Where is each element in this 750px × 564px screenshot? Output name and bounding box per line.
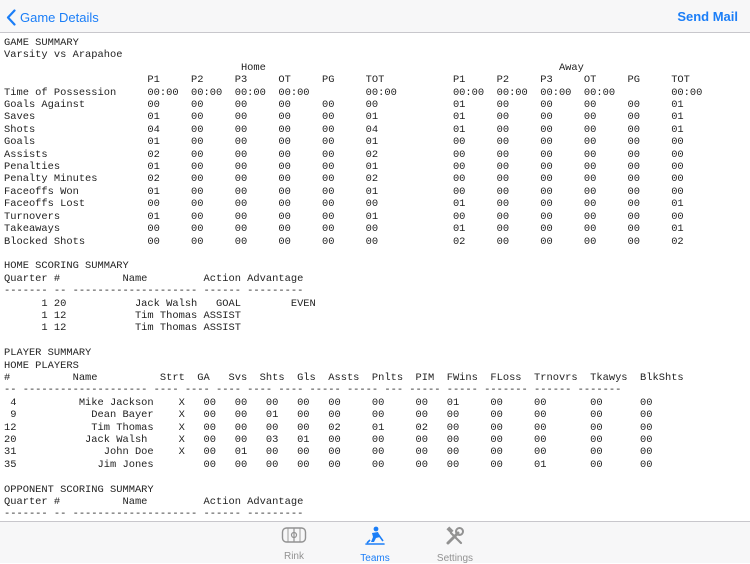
tab-rink-label: Rink (283, 551, 304, 562)
report-line: OPPONENT SCORING SUMMARY (4, 483, 154, 496)
report-line (4, 335, 748, 347)
game-report-text: GAME SUMMARY Varsity vs Arapahoe Home Awa… (4, 37, 748, 520)
report-line: Faceoffs Won 01 00 00 00 00 01 00 00 00 … (4, 185, 684, 198)
report-line: 9 Dean Bayer X 00 00 01 00 00 00 00 00 0… (4, 409, 653, 422)
report-line: Saves 01 00 00 00 00 01 01 00 00 00 00 0… (4, 111, 684, 124)
navigation-bar: Game Details Send Mail (0, 0, 750, 33)
tab-settings[interactable]: Settings (420, 526, 490, 564)
report-line: 1 12 Tim Thomas ASSIST (4, 309, 241, 322)
tab-teams-label: Teams (360, 553, 390, 564)
report-line: Turnovers 01 00 00 00 00 01 00 00 00 00 … (4, 210, 684, 223)
report-line: Penalties 01 00 00 00 00 01 00 00 00 00 … (4, 161, 684, 174)
back-button[interactable]: Game Details (6, 8, 99, 26)
report-line: GAME SUMMARY (4, 37, 79, 49)
tab-bar: Rink Teams Settings (0, 521, 750, 564)
report-line: Takeaways 00 00 00 00 00 00 01 00 00 00 … (4, 223, 684, 236)
report-line: Goals 01 00 00 00 00 01 00 00 00 00 00 0… (4, 136, 684, 149)
report-line: Goals Against 00 00 00 00 00 00 01 00 00… (4, 99, 684, 112)
report-line: Time of Possession 00:00 00:00 00:00 00:… (4, 86, 703, 99)
report-line: 4 Mike Jackson X 00 00 00 00 00 00 00 01… (4, 396, 653, 409)
report-line: ------- -- -------------------- ------ -… (4, 285, 304, 298)
tab-teams[interactable]: Teams (340, 526, 410, 564)
tab-settings-label: Settings (436, 553, 474, 564)
report-line: 35 Jim Jones 00 00 00 00 00 00 00 00 00 … (4, 458, 653, 471)
report-line: HOME PLAYERS (4, 359, 79, 372)
report-line: Quarter # Name Action Advantage (4, 272, 304, 285)
report-line (4, 471, 748, 483)
report-line: HOME SCORING SUMMARY (4, 260, 129, 273)
report-line: # Name Strt GA Svs Shts Gls Assts Pnlts … (4, 371, 684, 384)
report-line: -- -------------------- ---- ---- ---- -… (4, 384, 622, 397)
report-line: Faceoffs Lost 00 00 00 00 00 00 01 00 00… (4, 198, 684, 211)
chevron-left-icon (6, 8, 16, 26)
report-line: 31 John Doe X 00 01 00 00 00 00 00 00 00… (4, 446, 653, 459)
tools-icon (444, 526, 466, 551)
report-line: Quarter # Name Action Advantage (4, 496, 304, 509)
hockey-player-icon (362, 526, 388, 551)
report-line: P1 P2 P3 OT PG TOT P1 P2 P3 OT PG TOT (4, 74, 690, 87)
report-line: Blocked Shots 00 00 00 00 00 00 02 00 00… (4, 235, 684, 248)
send-mail-button[interactable]: Send Mail (677, 9, 738, 24)
rink-icon (281, 526, 307, 549)
report-line: 20 Jack Walsh X 00 00 03 01 00 00 00 00 … (4, 434, 653, 446)
report-line: Home Away (4, 61, 584, 74)
tab-rink[interactable]: Rink (259, 526, 329, 562)
report-line: PLAYER SUMMARY (4, 347, 92, 360)
report-line: Varsity vs Arapahoe (4, 49, 123, 62)
back-button-label: Game Details (20, 9, 99, 25)
report-line: 1 12 Tim Thomas ASSIST (4, 322, 241, 335)
report-line: Penalty Minutes 02 00 00 00 00 02 00 00 … (4, 173, 684, 186)
report-line: Assists 02 00 00 00 00 02 00 00 00 00 00… (4, 148, 684, 161)
report-line (4, 248, 748, 260)
report-line: 1 20 Jack Walsh GOAL EVEN (4, 297, 316, 310)
report-line: 12 Tim Thomas X 00 00 00 00 02 01 02 00 … (4, 421, 653, 434)
report-line: ------- -- -------------------- ------ -… (4, 508, 304, 520)
report-line: Shots 04 00 00 00 00 04 01 00 00 00 00 0… (4, 123, 684, 136)
